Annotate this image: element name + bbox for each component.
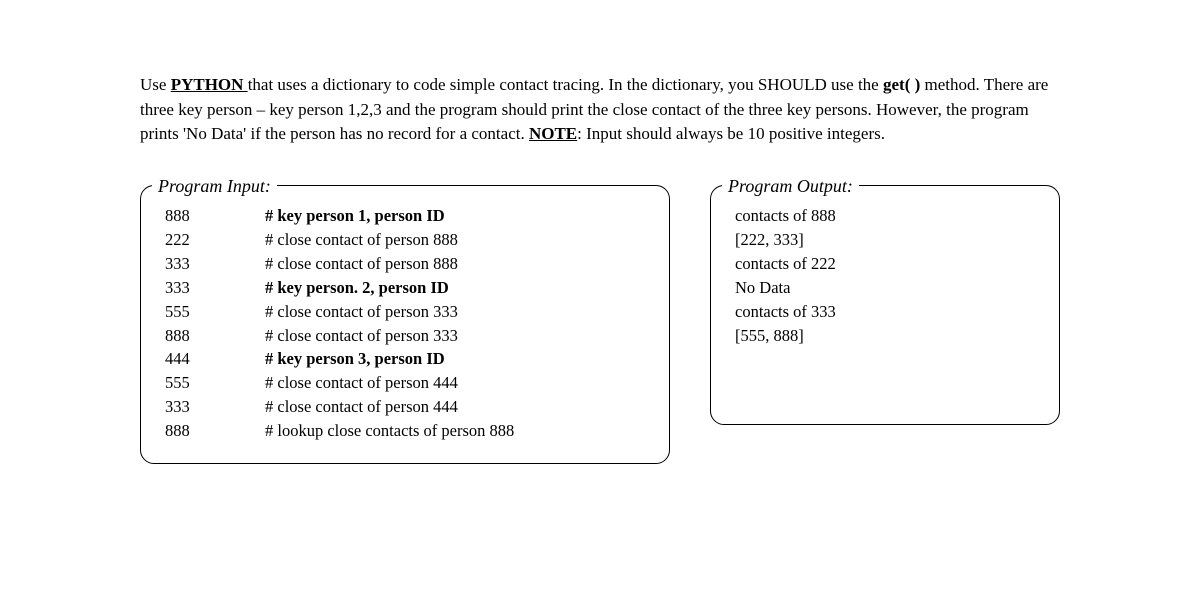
output-line: [555, 888]	[735, 324, 1039, 348]
input-row: 222# close contact of person 888	[165, 228, 514, 252]
output-line: contacts of 888	[735, 204, 1039, 228]
program-output-legend: Program Output:	[722, 176, 859, 197]
input-value: 888	[165, 324, 265, 348]
intro-seg2: that uses a dictionary to code simple co…	[248, 75, 883, 94]
output-line: No Data	[735, 276, 1039, 300]
program-input-table: 888# key person 1, person ID 222# close …	[165, 204, 514, 443]
python-emphasis: PYTHON	[171, 75, 248, 94]
input-comment: # close contact of person 333	[265, 324, 514, 348]
intro-seg1: Use	[140, 75, 171, 94]
input-comment: # close contact of person 444	[265, 371, 514, 395]
input-comment: # close contact of person 444	[265, 395, 514, 419]
input-comment: # key person. 2, person ID	[265, 276, 514, 300]
program-input-box: 888# key person 1, person ID 222# close …	[140, 185, 670, 464]
input-row: 888# close contact of person 333	[165, 324, 514, 348]
input-comment: # key person 1, person ID	[265, 204, 514, 228]
input-value: 333	[165, 252, 265, 276]
input-row: 444# key person 3, person ID	[165, 347, 514, 371]
input-comment: # close contact of person 333	[265, 300, 514, 324]
input-row: 555# close contact of person 444	[165, 371, 514, 395]
program-input-legend: Program Input:	[152, 176, 277, 197]
program-output-box: contacts of 888 [222, 333] contacts of 2…	[710, 185, 1060, 425]
program-output-column: Program Output: contacts of 888 [222, 33…	[710, 164, 1060, 464]
get-method-emphasis: get( )	[883, 75, 920, 94]
output-line: contacts of 222	[735, 252, 1039, 276]
document-page: Use PYTHON that uses a dictionary to cod…	[0, 0, 1200, 464]
input-row: 555# close contact of person 333	[165, 300, 514, 324]
io-columns: Program Input: 888# key person 1, person…	[140, 164, 1060, 464]
program-input-column: Program Input: 888# key person 1, person…	[140, 164, 670, 464]
input-row: 888# key person 1, person ID	[165, 204, 514, 228]
input-comment: # close contact of person 888	[265, 252, 514, 276]
input-row: 333# close contact of person 888	[165, 252, 514, 276]
input-value: 333	[165, 395, 265, 419]
output-line: contacts of 333	[735, 300, 1039, 324]
input-comment: # lookup close contacts of person 888	[265, 419, 514, 443]
note-emphasis: NOTE	[529, 124, 577, 143]
input-value: 888	[165, 419, 265, 443]
input-comment: # close contact of person 888	[265, 228, 514, 252]
input-comment: # key person 3, person ID	[265, 347, 514, 371]
output-line: [222, 333]	[735, 228, 1039, 252]
input-value: 333	[165, 276, 265, 300]
input-value: 555	[165, 300, 265, 324]
problem-description: Use PYTHON that uses a dictionary to cod…	[140, 73, 1060, 147]
input-row: 333# close contact of person 444	[165, 395, 514, 419]
input-value: 888	[165, 204, 265, 228]
input-value: 222	[165, 228, 265, 252]
input-row: 333# key person. 2, person ID	[165, 276, 514, 300]
input-value: 444	[165, 347, 265, 371]
input-value: 555	[165, 371, 265, 395]
input-row: 888# lookup close contacts of person 888	[165, 419, 514, 443]
intro-seg4: : Input should always be 10 positive int…	[577, 124, 885, 143]
